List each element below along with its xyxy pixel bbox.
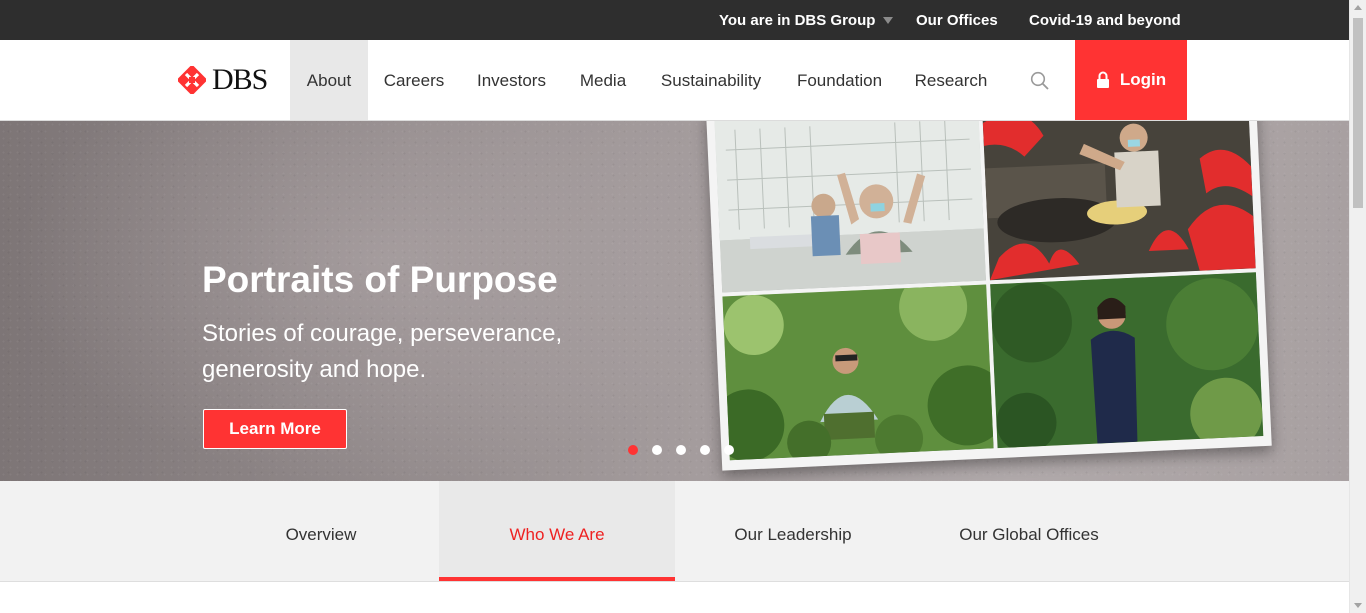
nav-research[interactable]: Research: [900, 40, 1002, 120]
nav-foundation[interactable]: Foundation: [779, 40, 900, 120]
subnav-our-global-offices[interactable]: Our Global Offices: [911, 481, 1147, 582]
group-selector[interactable]: You are in DBS Group: [719, 12, 894, 29]
subnav-our-leadership[interactable]: Our Leadership: [675, 481, 911, 582]
login-button[interactable]: Login: [1075, 40, 1187, 120]
search-icon[interactable]: [1030, 71, 1050, 96]
dbs-star-icon: [178, 66, 206, 94]
lock-icon: [1096, 71, 1109, 88]
carousel-dot-2[interactable]: [652, 445, 662, 455]
hero-subtitle: Stories of courage, perseverance, genero…: [202, 320, 563, 383]
scrollbar-thumb[interactable]: [1353, 18, 1363, 208]
hero-banner: Portraits of Purpose Stories of courage,…: [0, 121, 1349, 481]
main-nav: DBS About Careers Investors Media Sustai…: [0, 40, 1349, 121]
about-subnav: Overview Who We Are Our Leadership Our G…: [0, 481, 1349, 582]
nav-investors[interactable]: Investors: [460, 40, 563, 120]
dbs-logo[interactable]: DBS: [178, 63, 268, 96]
logo-text: DBS: [212, 63, 268, 96]
portrait-photo-4: [990, 272, 1264, 449]
our-offices-link[interactable]: Our Offices: [916, 12, 998, 29]
covid-link[interactable]: Covid-19 and beyond: [1029, 12, 1181, 29]
portrait-photo-3: [722, 284, 994, 461]
caret-down-icon: [883, 17, 894, 24]
group-selector-label: You are in DBS Group: [719, 12, 876, 29]
subnav-overview[interactable]: Overview: [203, 481, 439, 582]
portraits-collage: [706, 121, 1272, 471]
page-scrollbar[interactable]: [1349, 0, 1366, 613]
scroll-up-arrow-icon[interactable]: [1354, 5, 1362, 10]
scroll-down-arrow-icon[interactable]: [1354, 603, 1362, 608]
carousel-dot-3[interactable]: [676, 445, 686, 455]
login-label: Login: [1119, 70, 1167, 89]
nav-sustainability[interactable]: Sustainability: [643, 40, 779, 120]
carousel-dot-5[interactable]: [724, 445, 734, 455]
carousel-dots: [628, 445, 734, 455]
carousel-dot-4[interactable]: [700, 445, 710, 455]
carousel-dot-1[interactable]: [628, 445, 638, 455]
learn-more-button[interactable]: Learn More: [203, 409, 347, 449]
portrait-photo-1: [714, 121, 986, 293]
nav-media[interactable]: Media: [563, 40, 643, 120]
nav-about[interactable]: About: [290, 40, 368, 120]
top-utility-bar: You are in DBS Group Our Offices Covid-1…: [0, 0, 1349, 40]
subnav-who-we-are[interactable]: Who We Are: [439, 481, 675, 581]
hero-title: Portraits of Purpose: [202, 259, 558, 300]
portrait-photo-2: [982, 121, 1256, 281]
nav-careers[interactable]: Careers: [368, 40, 460, 120]
